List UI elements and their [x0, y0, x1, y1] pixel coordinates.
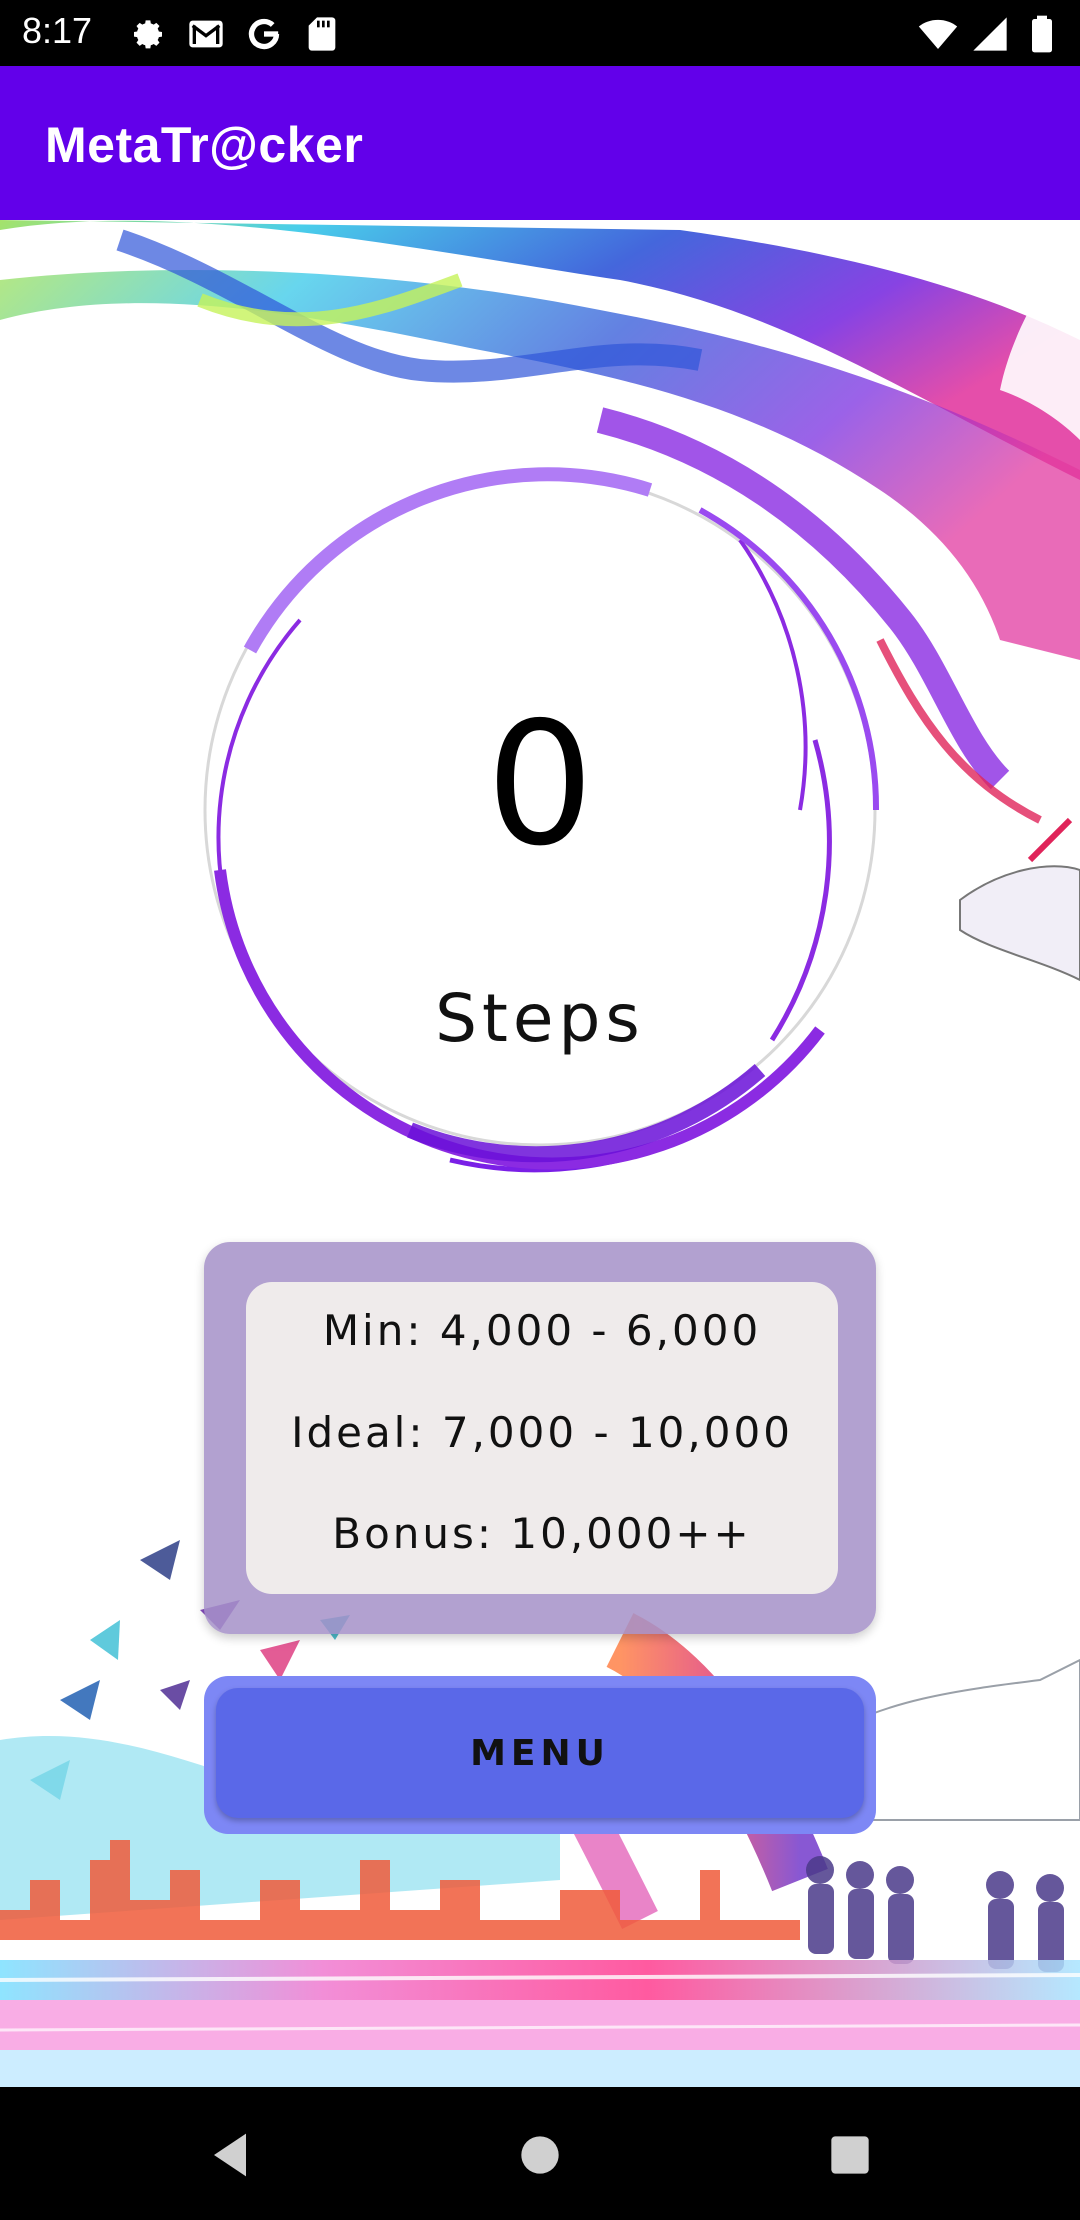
- google-icon: [248, 18, 280, 50]
- settings-gear-icon: [134, 20, 162, 49]
- steps-label: Steps: [435, 980, 645, 1057]
- gmail-icon: [189, 20, 223, 48]
- menu-button-frame: MENU: [204, 1676, 876, 1834]
- back-icon[interactable]: [198, 2123, 262, 2187]
- status-bar: 8:17: [0, 0, 1080, 66]
- battery-icon: [1032, 15, 1052, 53]
- goal-min: Min: 4,000 - 6,000: [322, 1306, 762, 1355]
- step-goals-panel: Min: 4,000 - 6,000 Ideal: 7,000 - 10,000…: [204, 1242, 876, 1634]
- step-goals-card: Min: 4,000 - 6,000 Ideal: 7,000 - 10,000…: [246, 1282, 838, 1594]
- home-icon[interactable]: [508, 2123, 572, 2187]
- navigation-bar: [0, 2087, 1080, 2220]
- app-bar: MetaTr@cker: [0, 66, 1080, 220]
- goal-bonus: Bonus: 10,000++: [332, 1509, 752, 1558]
- app-title: MetaTr@cker: [45, 117, 364, 173]
- goal-ideal: Ideal: 7,000 - 10,000: [291, 1408, 793, 1457]
- menu-button[interactable]: MENU: [216, 1688, 864, 1818]
- wifi-icon: [918, 19, 958, 49]
- main-content: 0 Steps Min: 4,000 - 6,000 Ideal: 7,000 …: [0, 220, 1080, 2087]
- notification-icons: [128, 14, 342, 54]
- step-count: 0: [485, 686, 595, 884]
- status-time: 8:17: [22, 10, 93, 51]
- sd-card-icon: [308, 17, 336, 51]
- cell-signal-icon: [973, 17, 1007, 51]
- menu-button-label: MENU: [470, 1732, 610, 1774]
- system-icons: [918, 14, 1062, 54]
- recents-icon[interactable]: [818, 2123, 882, 2187]
